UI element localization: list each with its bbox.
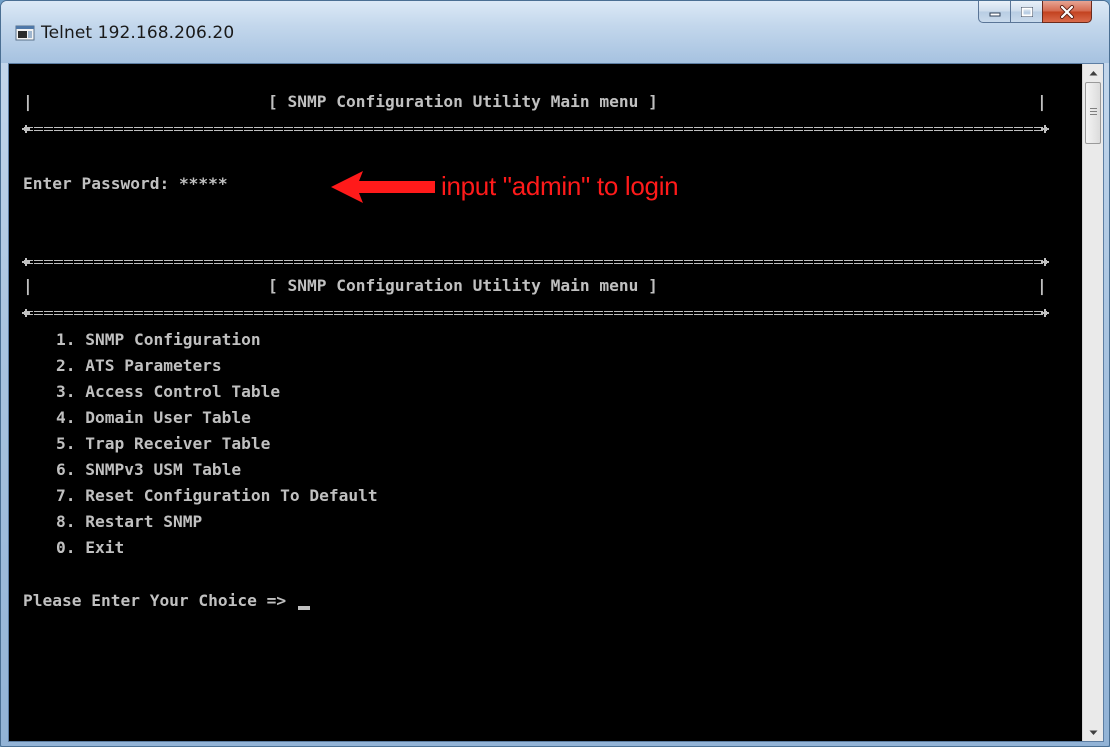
scroll-up-button[interactable] bbox=[1083, 64, 1103, 81]
rule-corner bbox=[1041, 309, 1049, 317]
grip-icon bbox=[1090, 108, 1097, 116]
text-cursor[interactable] bbox=[297, 606, 310, 610]
choice-line: Please Enter Your Choice => bbox=[23, 588, 310, 614]
menu-item-domain-user-table[interactable]: 4. Domain User Table bbox=[56, 405, 251, 431]
border-char: | bbox=[23, 92, 33, 111]
password-prompt: Enter Password: bbox=[23, 174, 179, 193]
rule-corner bbox=[1041, 258, 1049, 266]
arrow-down-icon bbox=[1089, 730, 1097, 735]
terminal-frame: | [ SNMP Configuration Utility Main menu… bbox=[8, 63, 1104, 742]
rule-corner bbox=[1041, 125, 1049, 133]
red-arrow-icon bbox=[331, 171, 435, 203]
menu-item-reset-configuration[interactable]: 7. Reset Configuration To Default bbox=[56, 483, 378, 509]
header-title: [ SNMP Configuration Utility Main menu ] bbox=[268, 276, 658, 295]
menu-item-trap-receiver-table[interactable]: 5. Trap Receiver Table bbox=[56, 431, 270, 457]
menu-item-restart-snmp[interactable]: 8. Restart SNMP bbox=[56, 509, 202, 535]
vertical-scrollbar[interactable] bbox=[1082, 64, 1103, 741]
caption-buttons bbox=[978, 1, 1092, 23]
choice-prompt: Please Enter Your Choice => bbox=[23, 591, 296, 610]
maximize-icon bbox=[1020, 6, 1033, 17]
double-rule bbox=[23, 310, 1047, 316]
menu-item-snmpv3-usm-table[interactable]: 6. SNMPv3 USM Table bbox=[56, 457, 241, 483]
telnet-app-icon bbox=[15, 25, 35, 41]
menu-item-ats-parameters[interactable]: 2. ATS Parameters bbox=[56, 353, 222, 379]
border-char: | bbox=[1037, 92, 1047, 111]
border-char: | bbox=[1037, 276, 1047, 295]
border-char: | bbox=[23, 276, 33, 295]
menu-item-exit[interactable]: 0. Exit bbox=[56, 535, 124, 561]
password-line: Enter Password: ***** bbox=[23, 171, 228, 197]
scroll-thumb[interactable] bbox=[1085, 82, 1101, 144]
double-rule bbox=[23, 259, 1047, 265]
rule-corner bbox=[22, 309, 30, 317]
rule-corner bbox=[22, 258, 30, 266]
double-rule bbox=[23, 126, 1047, 132]
arrow-up-icon bbox=[1089, 70, 1097, 75]
minimize-icon bbox=[989, 12, 1000, 16]
terminal-screen[interactable]: | [ SNMP Configuration Utility Main menu… bbox=[9, 64, 1083, 741]
scroll-down-button[interactable] bbox=[1083, 724, 1103, 741]
title-bar[interactable]: Telnet 192.168.206.20 bbox=[1, 1, 1109, 63]
password-mask[interactable]: ***** bbox=[179, 174, 228, 193]
menu-item-snmp-configuration[interactable]: 1. SNMP Configuration bbox=[56, 327, 261, 353]
rule-corner bbox=[22, 125, 30, 133]
menu-item-access-control-table[interactable]: 3. Access Control Table bbox=[56, 379, 280, 405]
close-icon bbox=[1060, 4, 1074, 19]
window-title: Telnet 192.168.206.20 bbox=[41, 23, 235, 43]
login-hint-annotation: input "admin" to login bbox=[441, 171, 679, 201]
minimize-button[interactable] bbox=[978, 1, 1010, 23]
telnet-window: Telnet 192.168.206.20 | [SNMP Configura… bbox=[0, 0, 1110, 747]
close-button[interactable] bbox=[1042, 1, 1092, 23]
header-title: [ SNMP Configuration Utility Main menu ] bbox=[268, 92, 658, 111]
maximize-button[interactable] bbox=[1010, 1, 1042, 23]
